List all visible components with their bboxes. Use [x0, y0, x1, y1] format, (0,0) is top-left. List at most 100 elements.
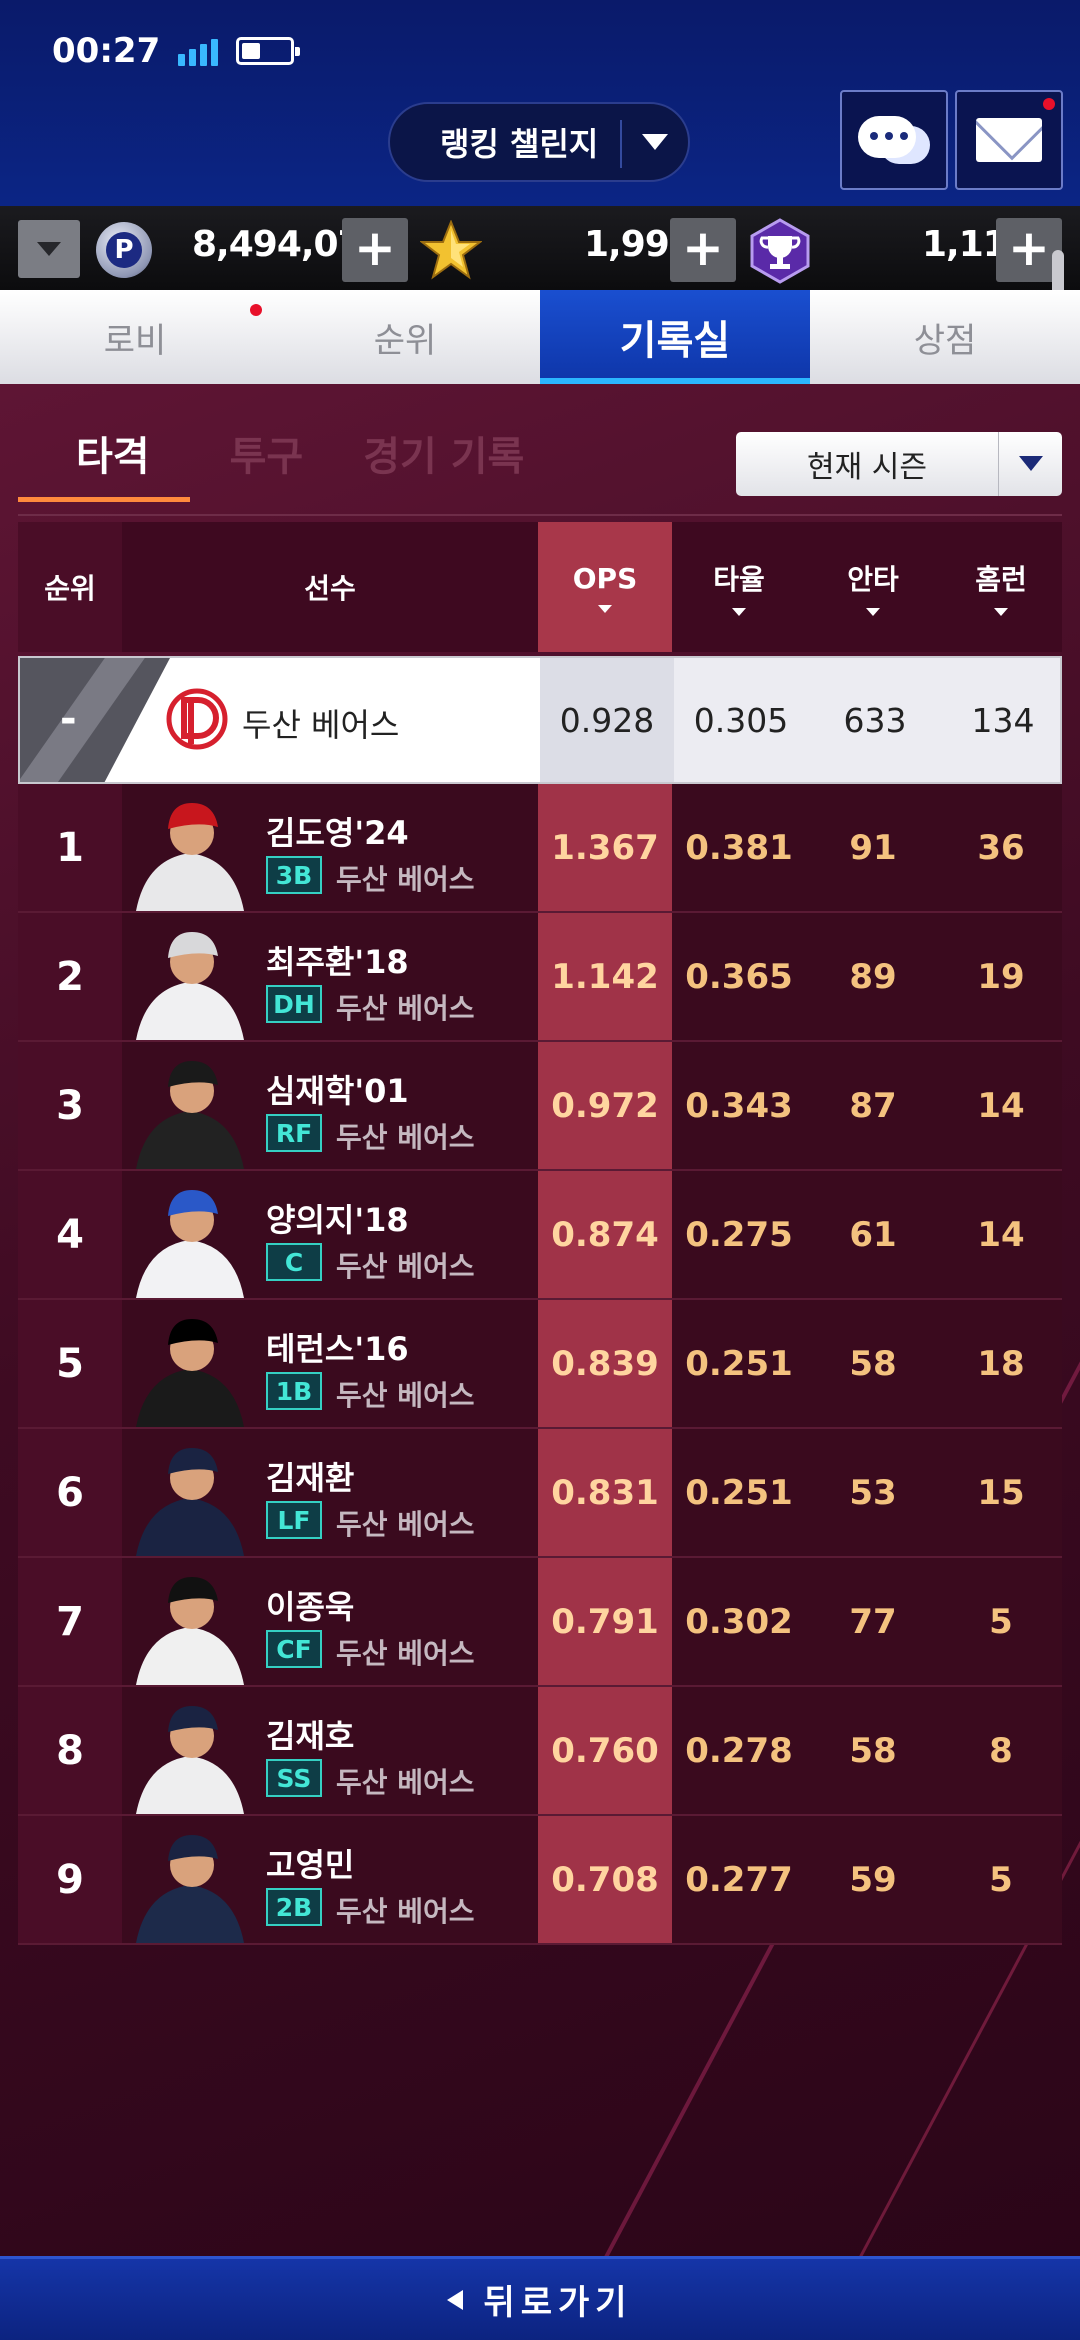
player-rank: 2: [18, 913, 122, 1040]
tab-lobby[interactable]: 로비: [0, 290, 270, 384]
player-ops: 0.874: [538, 1171, 672, 1298]
tab-records[interactable]: 기록실: [540, 290, 810, 384]
player-rank: 5: [18, 1300, 122, 1427]
tab-game-records[interactable]: 경기 기록: [333, 414, 554, 502]
player-avg: 0.365: [672, 913, 806, 1040]
table-row[interactable]: 5 테런스'16 1B 두산 베어스 0.839 0.251 58 18: [18, 1300, 1062, 1429]
player-cell: 심재학'01 RF 두산 베어스: [122, 1042, 538, 1169]
player-avatar: [136, 1835, 244, 1943]
mail-button[interactable]: [955, 90, 1063, 190]
player-avatar: [136, 1061, 244, 1169]
player-avg: 0.343: [672, 1042, 806, 1169]
table-row[interactable]: 8 김재호 SS 두산 베어스 0.760 0.278 58 8: [18, 1687, 1062, 1816]
player-avg: 0.251: [672, 1429, 806, 1556]
sort-hits-header[interactable]: 안타: [806, 522, 940, 652]
player-cell: 고영민 2B 두산 베어스: [122, 1816, 538, 1943]
player-cell: 이종욱 CF 두산 베어스: [122, 1558, 538, 1685]
player-ops: 0.839: [538, 1300, 672, 1427]
sort-avg-header[interactable]: 타율: [672, 522, 806, 652]
back-arrow-icon: [447, 2289, 464, 2310]
trophy-icon: [750, 218, 810, 284]
player-avatar: [136, 1319, 244, 1427]
chevron-down-icon: [642, 134, 668, 150]
table-row[interactable]: 9 고영민 2B 두산 베어스 0.708 0.277 59 5: [18, 1816, 1062, 1945]
player-hits: 53: [806, 1429, 940, 1556]
position-badge: DH: [266, 985, 322, 1023]
table-row[interactable]: 7 이종욱 CF 두산 베어스 0.791 0.302 77 5: [18, 1558, 1062, 1687]
player-rank: 7: [18, 1558, 122, 1685]
season-value: 현재 시즌: [807, 450, 927, 485]
mode-select[interactable]: 랭킹 챌린지: [388, 102, 690, 182]
chevron-down-icon: [998, 432, 1062, 496]
player-ops: 1.367: [538, 784, 672, 911]
position-badge: CF: [266, 1630, 322, 1668]
doosan-logo-icon: [166, 688, 228, 750]
player-team: 두산 베어스: [336, 992, 475, 1025]
player-name: 김재호: [266, 1717, 355, 1755]
sort-hr-header[interactable]: 홈런: [940, 522, 1062, 652]
back-label: 뒤로가기: [483, 2283, 633, 2323]
player-hits: 58: [806, 1687, 940, 1814]
tab-pitching[interactable]: 투구: [190, 414, 334, 502]
player-avg: 0.251: [672, 1300, 806, 1427]
player-rank: 4: [18, 1171, 122, 1298]
player-ops: 0.760: [538, 1687, 672, 1814]
position-badge: LF: [266, 1501, 322, 1539]
chat-button[interactable]: [840, 90, 948, 190]
tab-records-label: 기록실: [619, 318, 731, 364]
team-rank: -: [60, 696, 77, 742]
tab-lobby-label: 로비: [103, 320, 167, 361]
position-badge: RF: [266, 1114, 322, 1152]
player-team: 두산 베어스: [336, 1895, 475, 1928]
mode-label: 랭킹 챌린지: [440, 125, 599, 163]
sort-ops-header[interactable]: OPS: [538, 522, 672, 652]
player-hr: 36: [940, 784, 1062, 911]
chat-icon: [858, 114, 930, 166]
player-avg: 0.275: [672, 1171, 806, 1298]
team-row-stripe: [20, 658, 170, 782]
header-rank: 순위: [18, 522, 122, 652]
team-total-row: - 두산 베어스 0.928 0.305 633 134: [18, 656, 1062, 784]
player-avatar: [136, 1577, 244, 1685]
player-name: 김도영'24: [266, 814, 409, 852]
player-cell: 테런스'16 1B 두산 베어스: [122, 1300, 538, 1427]
status-bar: 00:27: [52, 28, 301, 74]
player-name: 양의지'18: [266, 1201, 409, 1239]
player-name: 최주환'18: [266, 943, 409, 981]
add-stars-button[interactable]: +: [670, 218, 736, 282]
player-hr: 19: [940, 913, 1062, 1040]
table-row[interactable]: 1 김도영'24 3B 두산 베어스 1.367 0.381 91 36: [18, 784, 1062, 913]
position-badge: 2B: [266, 1888, 322, 1926]
player-avatar: [136, 1706, 244, 1814]
player-avatar: [136, 1190, 244, 1298]
player-cell: 최주환'18 DH 두산 베어스: [122, 913, 538, 1040]
record-sub-tabs: 타격 투구 경기 기록: [18, 414, 554, 502]
table-row[interactable]: 6 김재환 LF 두산 베어스 0.831 0.251 53 15: [18, 1429, 1062, 1558]
table-row[interactable]: 4 양의지'18 C 두산 베어스 0.874 0.275 61 14: [18, 1171, 1062, 1300]
position-badge: 3B: [266, 856, 322, 894]
player-ops: 0.972: [538, 1042, 672, 1169]
back-button[interactable]: 뒤로가기: [0, 2256, 1080, 2340]
notification-dot: [1043, 98, 1055, 110]
player-team: 두산 베어스: [336, 1121, 475, 1154]
season-dropdown[interactable]: 현재 시즌: [736, 432, 1062, 496]
position-badge: SS: [266, 1759, 322, 1797]
player-avatar: [136, 1448, 244, 1556]
tab-shop[interactable]: 상점: [810, 290, 1080, 384]
player-cell: 김재호 SS 두산 베어스: [122, 1687, 538, 1814]
collapse-toggle-button[interactable]: [18, 220, 80, 278]
player-rank: 8: [18, 1687, 122, 1814]
player-name: 테런스'16: [266, 1330, 409, 1368]
player-team: 두산 베어스: [336, 1637, 475, 1670]
sort-icon: [732, 608, 746, 616]
player-rank: 1: [18, 784, 122, 911]
player-name: 심재학'01: [266, 1072, 409, 1110]
team-values: 0.928 0.305 633 134: [540, 658, 1060, 782]
tab-batting[interactable]: 타격: [18, 414, 190, 502]
add-p-points-button[interactable]: +: [342, 218, 408, 282]
player-team: 두산 베어스: [336, 1766, 475, 1799]
player-name: 고영민: [266, 1846, 355, 1884]
table-row[interactable]: 3 심재학'01 RF 두산 베어스 0.972 0.343 87 14: [18, 1042, 1062, 1171]
tab-ranking[interactable]: 순위: [270, 290, 540, 384]
table-row[interactable]: 2 최주환'18 DH 두산 베어스 1.142 0.365 89 19: [18, 913, 1062, 1042]
